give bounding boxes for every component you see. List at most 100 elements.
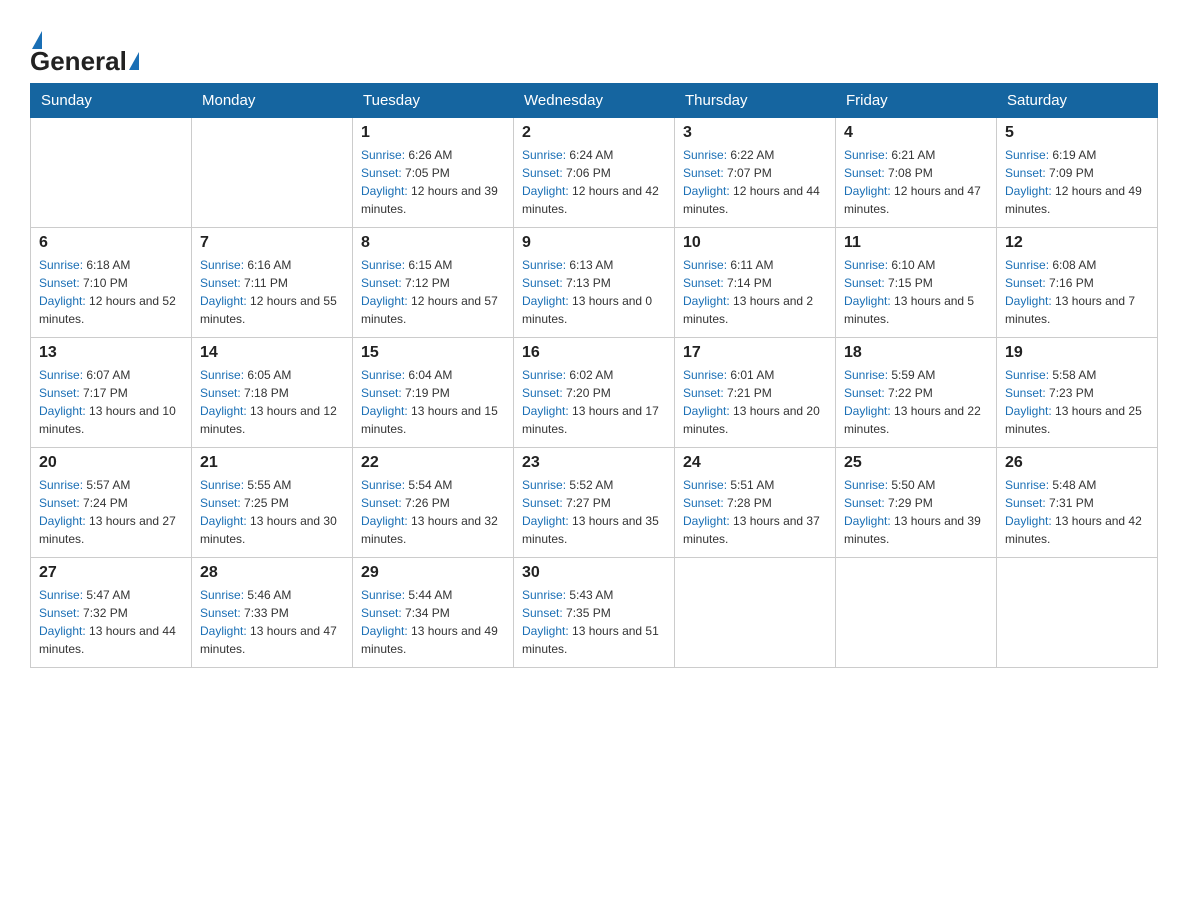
cell-info: Sunrise: 6:13 AMSunset: 7:13 PMDaylight:… xyxy=(522,256,666,328)
cell-info: Sunrise: 5:43 AMSunset: 7:35 PMDaylight:… xyxy=(522,586,666,658)
calendar-cell: 18Sunrise: 5:59 AMSunset: 7:22 PMDayligh… xyxy=(836,338,997,448)
calendar-cell: 19Sunrise: 5:58 AMSunset: 7:23 PMDayligh… xyxy=(997,338,1158,448)
cell-sunrise: Sunrise: 5:47 AM xyxy=(39,586,183,604)
cell-daylight: Daylight: 13 hours and 0 minutes. xyxy=(522,292,666,328)
cell-info: Sunrise: 5:57 AMSunset: 7:24 PMDaylight:… xyxy=(39,476,183,548)
cell-sunset: Sunset: 7:05 PM xyxy=(361,164,505,182)
cell-sunset: Sunset: 7:09 PM xyxy=(1005,164,1149,182)
cell-daylight: Daylight: 13 hours and 51 minutes. xyxy=(522,622,666,658)
cell-sunrise: Sunrise: 6:19 AM xyxy=(1005,146,1149,164)
cell-info: Sunrise: 6:19 AMSunset: 7:09 PMDaylight:… xyxy=(1005,146,1149,218)
calendar-cell: 28Sunrise: 5:46 AMSunset: 7:33 PMDayligh… xyxy=(192,558,353,668)
cell-daylight: Daylight: 13 hours and 47 minutes. xyxy=(200,622,344,658)
calendar-cell: 13Sunrise: 6:07 AMSunset: 7:17 PMDayligh… xyxy=(31,338,192,448)
cell-daylight: Daylight: 13 hours and 44 minutes. xyxy=(39,622,183,658)
cell-sunset: Sunset: 7:17 PM xyxy=(39,384,183,402)
cell-day-number: 30 xyxy=(522,564,666,582)
calendar-cell: 17Sunrise: 6:01 AMSunset: 7:21 PMDayligh… xyxy=(675,338,836,448)
cell-daylight: Daylight: 12 hours and 55 minutes. xyxy=(200,292,344,328)
calendar-cell: 20 Sunrise: 5:57 AMSunset: 7:24 PMDayligh… xyxy=(31,448,192,558)
cell-daylight: Daylight: 13 hours and 17 minutes. xyxy=(522,402,666,438)
cell-day-number: 17 xyxy=(683,344,827,362)
calendar-cell: 10Sunrise: 6:11 AMSunset: 7:14 PMDayligh… xyxy=(675,228,836,338)
calendar-cell: 21Sunrise: 5:55 AMSunset: 7:25 PMDayligh… xyxy=(192,448,353,558)
cell-sunrise: Sunrise: 6:16 AM xyxy=(200,256,344,274)
cell-sunset: Sunset: 7:32 PM xyxy=(39,604,183,622)
cell-sunset: Sunset: 7:06 PM xyxy=(522,164,666,182)
cell-sunrise: Sunrise: 6:05 AM xyxy=(200,366,344,384)
cell-day-number: 20 xyxy=(39,454,183,472)
cell-info: Sunrise: 5:44 AMSunset: 7:34 PMDaylight:… xyxy=(361,586,505,658)
cell-day-number: 4 xyxy=(844,124,988,142)
cell-day-number: 15 xyxy=(361,344,505,362)
calendar-week-5: 27Sunrise: 5:47 AMSunset: 7:32 PMDayligh… xyxy=(31,558,1158,668)
cell-day-number: 7 xyxy=(200,234,344,252)
cell-info: Sunrise: 6:15 AMSunset: 7:12 PMDaylight:… xyxy=(361,256,505,328)
cell-sunrise: Sunrise: 6:08 AM xyxy=(1005,256,1149,274)
cell-info: Sunrise: 6:16 AMSunset: 7:11 PMDaylight:… xyxy=(200,256,344,328)
cell-sunset: Sunset: 7:14 PM xyxy=(683,274,827,292)
cell-sunrise: Sunrise: 6:01 AM xyxy=(683,366,827,384)
calendar-cell: 30 Sunrise: 5:43 AMSunset: 7:35 PMDayligh… xyxy=(514,558,675,668)
cell-day-number: 26 xyxy=(1005,454,1149,472)
cell-day-number: 2 xyxy=(522,124,666,142)
cell-sunset: Sunset: 7:16 PM xyxy=(1005,274,1149,292)
cell-sunset: Sunset: 7:24 PM xyxy=(39,494,183,512)
logo: General xyxy=(30,20,139,73)
cell-info: Sunrise: 6:18 AMSunset: 7:10 PMDaylight:… xyxy=(39,256,183,328)
cell-day-number: 16 xyxy=(522,344,666,362)
cell-daylight: Daylight: 13 hours and 7 minutes. xyxy=(1005,292,1149,328)
cell-info: Sunrise: 6:02 AMSunset: 7:20 PMDaylight:… xyxy=(522,366,666,438)
calendar-cell xyxy=(675,558,836,668)
cell-day-number: 8 xyxy=(361,234,505,252)
cell-info: Sunrise: 6:26 AMSunset: 7:05 PMDaylight:… xyxy=(361,146,505,218)
cell-daylight: Daylight: 13 hours and 27 minutes. xyxy=(39,512,183,548)
cell-sunset: Sunset: 7:26 PM xyxy=(361,494,505,512)
cell-sunset: Sunset: 7:31 PM xyxy=(1005,494,1149,512)
cell-daylight: Daylight: 13 hours and 10 minutes. xyxy=(39,402,183,438)
calendar-cell: 25Sunrise: 5:50 AMSunset: 7:29 PMDayligh… xyxy=(836,448,997,558)
cell-day-number: 11 xyxy=(844,234,988,252)
cell-info: Sunrise: 5:48 AMSunset: 7:31 PMDaylight:… xyxy=(1005,476,1149,548)
cell-info: Sunrise: 5:58 AMSunset: 7:23 PMDaylight:… xyxy=(1005,366,1149,438)
cell-sunrise: Sunrise: 6:15 AM xyxy=(361,256,505,274)
cell-day-number: 10 xyxy=(683,234,827,252)
calendar-header: SundayMondayTuesdayWednesdayThursdayFrid… xyxy=(31,84,1158,118)
cell-sunset: Sunset: 7:34 PM xyxy=(361,604,505,622)
cell-daylight: Daylight: 13 hours and 22 minutes. xyxy=(844,402,988,438)
calendar-cell: 14Sunrise: 6:05 AMSunset: 7:18 PMDayligh… xyxy=(192,338,353,448)
cell-daylight: Daylight: 13 hours and 49 minutes. xyxy=(361,622,505,658)
cell-day-number: 29 xyxy=(361,564,505,582)
cell-sunset: Sunset: 7:07 PM xyxy=(683,164,827,182)
cell-sunset: Sunset: 7:08 PM xyxy=(844,164,988,182)
header-cell-monday: Monday xyxy=(192,84,353,118)
calendar-week-4: 20 Sunrise: 5:57 AMSunset: 7:24 PMDayligh… xyxy=(31,448,1158,558)
cell-info: Sunrise: 6:10 AMSunset: 7:15 PMDaylight:… xyxy=(844,256,988,328)
cell-daylight: Daylight: 13 hours and 20 minutes. xyxy=(683,402,827,438)
header-cell-saturday: Saturday xyxy=(997,84,1158,118)
cell-sunset: Sunset: 7:20 PM xyxy=(522,384,666,402)
cell-sunset: Sunset: 7:29 PM xyxy=(844,494,988,512)
cell-sunrise: Sunrise: 6:04 AM xyxy=(361,366,505,384)
cell-day-number: 21 xyxy=(200,454,344,472)
calendar-cell: 1Sunrise: 6:26 AMSunset: 7:05 PMDaylight… xyxy=(353,118,514,228)
cell-day-number: 28 xyxy=(200,564,344,582)
cell-daylight: Daylight: 12 hours and 47 minutes. xyxy=(844,182,988,218)
calendar-body: 1Sunrise: 6:26 AMSunset: 7:05 PMDaylight… xyxy=(31,118,1158,668)
cell-day-number: 12 xyxy=(1005,234,1149,252)
cell-sunrise: Sunrise: 5:55 AM xyxy=(200,476,344,494)
cell-daylight: Daylight: 13 hours and 12 minutes. xyxy=(200,402,344,438)
cell-info: Sunrise: 5:54 AMSunset: 7:26 PMDaylight:… xyxy=(361,476,505,548)
cell-sunrise: Sunrise: 5:58 AM xyxy=(1005,366,1149,384)
calendar-cell: 8 Sunrise: 6:15 AMSunset: 7:12 PMDaylight… xyxy=(353,228,514,338)
calendar-cell: 9Sunrise: 6:13 AMSunset: 7:13 PMDaylight… xyxy=(514,228,675,338)
cell-daylight: Daylight: 13 hours and 39 minutes. xyxy=(844,512,988,548)
cell-day-number: 5 xyxy=(1005,124,1149,142)
cell-daylight: Daylight: 12 hours and 49 minutes. xyxy=(1005,182,1149,218)
cell-sunrise: Sunrise: 5:51 AM xyxy=(683,476,827,494)
calendar-cell: 27Sunrise: 5:47 AMSunset: 7:32 PMDayligh… xyxy=(31,558,192,668)
logo-triangle-icon2 xyxy=(129,52,139,70)
calendar-cell xyxy=(836,558,997,668)
cell-sunset: Sunset: 7:15 PM xyxy=(844,274,988,292)
calendar-cell: 11 Sunrise: 6:10 AMSunset: 7:15 PMDayligh… xyxy=(836,228,997,338)
